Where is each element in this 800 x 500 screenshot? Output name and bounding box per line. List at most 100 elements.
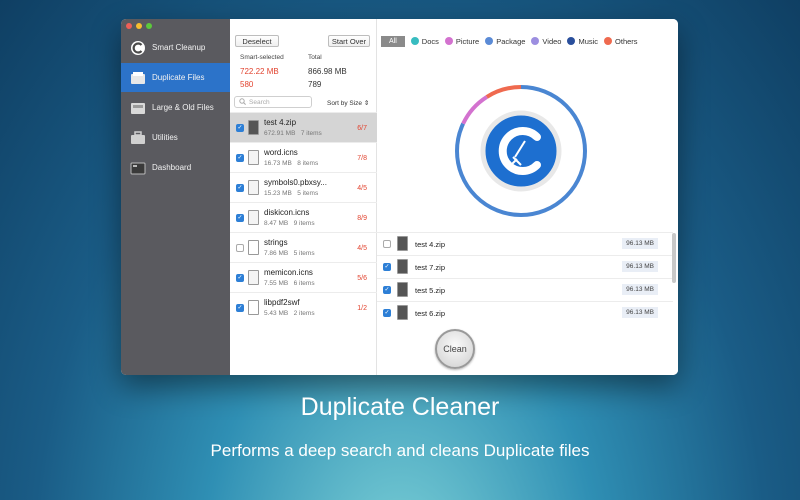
- sidebar-item-duplicate-files[interactable]: Duplicate Files: [121, 63, 230, 92]
- icns-file-icon: [248, 210, 259, 225]
- sidebar-item-label: Dashboard: [152, 163, 192, 172]
- file-group-row[interactable]: ✓ test 4.zip 672.91 MB 7 items 6/7: [230, 112, 377, 142]
- sidebar-item-label: Smart Cleanup: [152, 43, 206, 52]
- zoom-window-button[interactable]: [146, 23, 152, 29]
- music-color-dot: [567, 37, 576, 45]
- smart-selected-label: Smart-selected: [240, 54, 284, 61]
- duplicate-count: 5/6: [357, 275, 367, 282]
- file-meta: 16.73 MB 8 items: [264, 160, 319, 167]
- marketing-subheadline: Performs a deep search and cleans Duplic…: [210, 441, 590, 460]
- file-group-row[interactable]: strings 7.86 MB 5 items 4/5: [230, 232, 377, 262]
- zip-file-icon: [397, 305, 408, 320]
- file-meta: 8.47 MB 9 items: [264, 220, 315, 227]
- file-size: 96.13 MB: [622, 307, 658, 318]
- zip-file-icon: [397, 282, 408, 297]
- sort-label: Sort by Size: [327, 100, 363, 107]
- file-group-row[interactable]: ✓ libpdf2swf 5.43 MB 2 items 1/2: [230, 292, 377, 322]
- file-size: 96.13 MB: [622, 238, 658, 249]
- row-checkbox[interactable]: [236, 244, 244, 252]
- sort-chevron-icon: ⇕: [363, 100, 370, 107]
- sort-by-size-dropdown[interactable]: Sort by Size ⇕: [327, 99, 369, 107]
- file-meta: 7.55 MB 6 items: [264, 280, 315, 287]
- large-files-icon: [130, 101, 146, 115]
- file-name: libpdf2swf: [264, 298, 300, 307]
- minimize-window-button[interactable]: [136, 23, 142, 29]
- total-size: 866.98 MB: [308, 67, 347, 76]
- row-checkbox[interactable]: ✓: [236, 154, 244, 162]
- row-checkbox[interactable]: ✓: [236, 124, 244, 132]
- blank-file-icon: [248, 300, 259, 315]
- detail-pane: All Docs Picture Package Video Music Oth…: [377, 19, 678, 375]
- sidebar-item-label: Duplicate Files: [152, 73, 205, 82]
- file-name: memicon.icns: [264, 268, 313, 277]
- file-name: strings: [264, 238, 288, 247]
- file-meta: 672.91 MB 7 items: [264, 130, 322, 137]
- docs-color-dot: [410, 37, 419, 45]
- filter-picture[interactable]: Picture: [444, 37, 479, 46]
- duplicate-file-row[interactable]: ✓ test 5.zip 96.13 MB: [377, 278, 673, 300]
- duplicate-count: 7/8: [357, 155, 367, 162]
- utilities-toolbox-icon: [130, 130, 146, 145]
- row-checkbox[interactable]: [383, 240, 391, 248]
- file-meta: 15.23 MB 5 items: [264, 190, 319, 197]
- file-size: 96.13 MB: [622, 284, 658, 295]
- row-checkbox[interactable]: ✓: [236, 274, 244, 282]
- file-type-ring-chart: [455, 85, 587, 217]
- file-name: word.icns: [264, 148, 298, 157]
- others-color-dot: [604, 37, 613, 45]
- file-meta: 5.43 MB 2 items: [264, 310, 315, 317]
- app-window: Smart Cleanup Duplicate Files Large & Ol…: [121, 19, 678, 375]
- row-checkbox[interactable]: ✓: [383, 263, 391, 271]
- clean-button[interactable]: Clean: [435, 329, 475, 369]
- duplicate-file-row[interactable]: ✓ test 6.zip 96.13 MB: [377, 301, 673, 323]
- window-controls: [126, 23, 152, 29]
- file-group-row[interactable]: ✓ memicon.icns 7.55 MB 6 items 5/6: [230, 262, 377, 292]
- search-icon: [239, 97, 246, 107]
- duplicate-file-row[interactable]: ✓ test 7.zip 96.13 MB: [377, 255, 673, 277]
- cleaner-logo-icon: [130, 40, 146, 55]
- filter-all-button[interactable]: All: [381, 35, 405, 47]
- filter-others[interactable]: Others: [604, 37, 638, 46]
- sidebar-item-smart-cleanup[interactable]: Smart Cleanup: [121, 33, 230, 62]
- row-checkbox[interactable]: ✓: [383, 309, 391, 317]
- total-label: Total: [308, 54, 322, 61]
- file-group-row[interactable]: ✓ symbols0.pbxsy... 15.23 MB 5 items 4/5: [230, 172, 377, 202]
- sidebar-item-large-old-files[interactable]: Large & Old Files: [121, 93, 230, 122]
- picture-color-dot: [444, 37, 453, 45]
- duplicate-count: 6/7: [357, 125, 367, 132]
- file-group-row[interactable]: ✓ diskicon.icns 8.47 MB 9 items 8/9: [230, 202, 377, 232]
- blank-file-icon: [248, 240, 259, 255]
- row-checkbox[interactable]: ✓: [383, 286, 391, 294]
- file-size: 96.13 MB: [622, 261, 658, 272]
- dashboard-icon: [130, 161, 146, 175]
- icns-file-icon: [248, 150, 259, 165]
- filter-music[interactable]: Music: [567, 37, 598, 46]
- file-group-row[interactable]: ✓ word.icns 16.73 MB 8 items 7/8: [230, 142, 377, 172]
- deselect-button[interactable]: Deselect: [235, 35, 279, 47]
- duplicate-count: 1/2: [357, 305, 367, 312]
- row-checkbox[interactable]: ✓: [236, 304, 244, 312]
- row-checkbox[interactable]: ✓: [236, 214, 244, 222]
- video-color-dot: [531, 37, 540, 45]
- sidebar-item-utilities[interactable]: Utilities: [121, 123, 230, 152]
- filter-docs[interactable]: Docs: [410, 37, 439, 46]
- filter-video[interactable]: Video: [531, 37, 561, 46]
- row-checkbox[interactable]: ✓: [236, 184, 244, 192]
- search-input[interactable]: Search: [234, 96, 312, 108]
- document-file-icon: [248, 180, 259, 195]
- filter-package[interactable]: Package: [485, 37, 525, 46]
- file-name: symbols0.pbxsy...: [264, 178, 327, 187]
- smart-selected-count: 580: [240, 80, 254, 89]
- scrollbar[interactable]: [672, 233, 676, 283]
- file-name: test 6.zip: [415, 309, 446, 318]
- file-type-filter-bar: All Docs Picture Package Video Music Oth…: [377, 19, 678, 63]
- duplicate-list-pane: Deselect Start Over Smart-selected Total…: [230, 19, 377, 375]
- sidebar-item-dashboard[interactable]: Dashboard: [121, 153, 230, 182]
- package-color-dot: [485, 37, 494, 45]
- duplicate-file-row[interactable]: test 4.zip 96.13 MB: [377, 232, 673, 254]
- sidebar-item-label: Utilities: [152, 133, 178, 142]
- file-name: test 4.zip: [264, 118, 297, 127]
- start-over-button[interactable]: Start Over: [328, 35, 370, 47]
- app-logo-badge: [480, 110, 562, 192]
- close-window-button[interactable]: [126, 23, 132, 29]
